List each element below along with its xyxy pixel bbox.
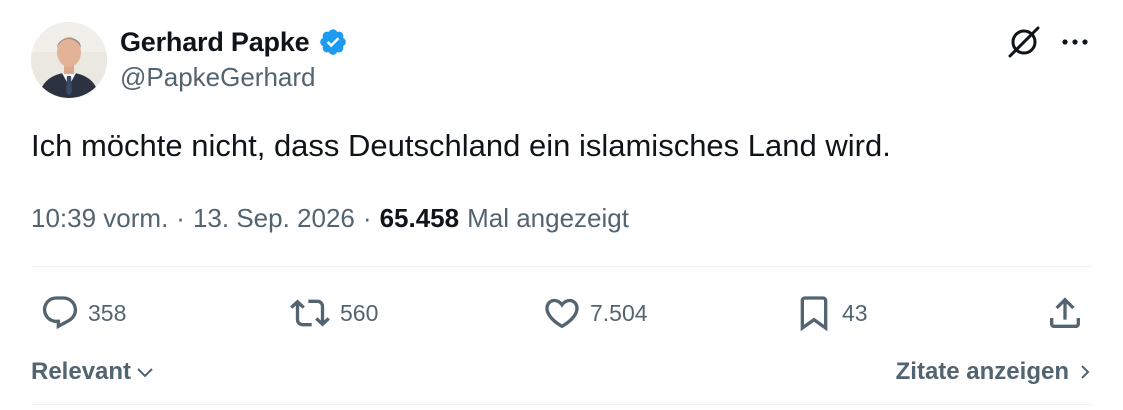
retweet-icon [290,299,330,327]
meta-separator: · [362,202,372,233]
reply-count: 358 [88,299,127,326]
divider [31,266,1093,267]
author-handle[interactable]: @PapkeGerhard [120,62,316,93]
author-display-name[interactable]: Gerhard Papke [120,27,310,58]
meta-separator: · [176,202,185,233]
retweet-button[interactable]: 560 [288,290,378,336]
bookmark-icon [800,296,828,332]
tweet-time[interactable]: 10:39 vorm. [31,203,168,234]
retweet-count: 560 [340,299,379,326]
avatar-photo [31,22,107,98]
divider [31,404,1093,405]
chevron-down-icon [137,368,153,378]
quotes-label: Zitate anzeigen [895,358,1069,385]
replies-toolbar: Relevant Zitate anzeigen [31,350,1093,394]
action-bar: 358 560 7.504 43 [0,290,1123,336]
bookmark-button[interactable]: 43 [794,290,868,336]
view-quotes-link[interactable]: Zitate anzeigen [896,358,1093,386]
verified-badge-icon [318,27,348,57]
reply-button[interactable]: 358 [40,290,126,336]
tweet-meta: 10:39 vorm. · 13. Sep. 2026 · 65.458 Mal… [31,198,629,238]
sort-label: Relevant [31,358,132,385]
share-button[interactable] [1045,290,1085,336]
heart-icon [545,298,579,329]
like-button[interactable]: 7.504 [542,290,648,336]
like-count: 7.504 [590,299,648,326]
tweet-text: Ich möchte nicht, dass Deutschland ein i… [31,128,891,163]
share-icon [1050,297,1080,328]
bookmark-count: 43 [842,299,868,326]
sort-dropdown[interactable]: Relevant [31,358,155,386]
views-label: Mal angezeigt [467,202,629,233]
more-icon[interactable] [1058,30,1092,54]
tweet-date[interactable]: 13. Sep. 2026 [193,203,355,234]
views-count: 65.458 [379,202,460,233]
chevron-right-icon [1081,365,1090,379]
author-name-row[interactable]: Gerhard Papke [120,24,348,60]
grok-icon[interactable] [1005,23,1043,61]
avatar[interactable] [31,22,107,98]
reply-icon [42,296,78,330]
